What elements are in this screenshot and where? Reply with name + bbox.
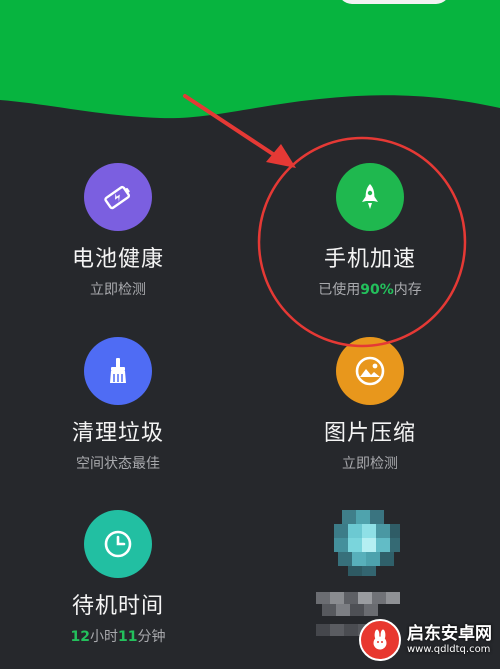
standby-minutes: 11 [118, 629, 138, 645]
tile-subtitle: 立即检测 [342, 456, 398, 472]
tile-battery-health[interactable]: 电池健康 立即检测 [18, 163, 218, 299]
tile-subtitle: 12小时11分钟 [18, 628, 218, 646]
tile-title: 手机加速 [323, 247, 416, 272]
memory-label-prefix: 已使用 [318, 282, 361, 298]
rabbit-logo-icon [359, 619, 401, 661]
tile-phone-speed[interactable]: 手机加速 已使用90%内存 [270, 163, 470, 299]
hours-unit: 小时 [90, 629, 118, 645]
tile-subtitle: 空间状态最佳 [76, 456, 160, 472]
watermark: 启东安卓网 www.qdldtq.com [359, 619, 492, 661]
standby-hours: 12 [70, 629, 90, 645]
image-icon [336, 337, 404, 405]
battery-bolt-icon [84, 163, 152, 231]
watermark-name: 启东安卓网 [407, 624, 492, 644]
broom-icon [84, 337, 152, 405]
header-banner [0, 0, 500, 160]
tile-title: 图片压缩 [323, 421, 416, 446]
rocket-icon [336, 163, 404, 231]
minutes-unit: 分钟 [137, 629, 166, 645]
tile-title: 电池健康 [71, 247, 164, 272]
tile-subtitle: 立即检测 [90, 282, 146, 298]
tile-subtitle: 已使用90%内存 [270, 281, 470, 299]
tile-photo-compress[interactable]: 图片压缩 立即检测 [270, 337, 470, 473]
watermark-url: www.qdldtq.com [407, 644, 491, 655]
tile-clean-junk[interactable]: 清理垃圾 空间状态最佳 [18, 337, 218, 473]
memory-usage-value: 90% [360, 282, 394, 298]
top-pill-button[interactable] [338, 0, 450, 4]
tile-title: 清理垃圾 [71, 421, 164, 446]
tile-title: 待机时间 [71, 594, 164, 619]
tile-standby-time[interactable]: 待机时间 12小时11分钟 [18, 510, 218, 646]
clock-icon [84, 510, 152, 578]
memory-label-suffix: 内存 [393, 282, 422, 298]
